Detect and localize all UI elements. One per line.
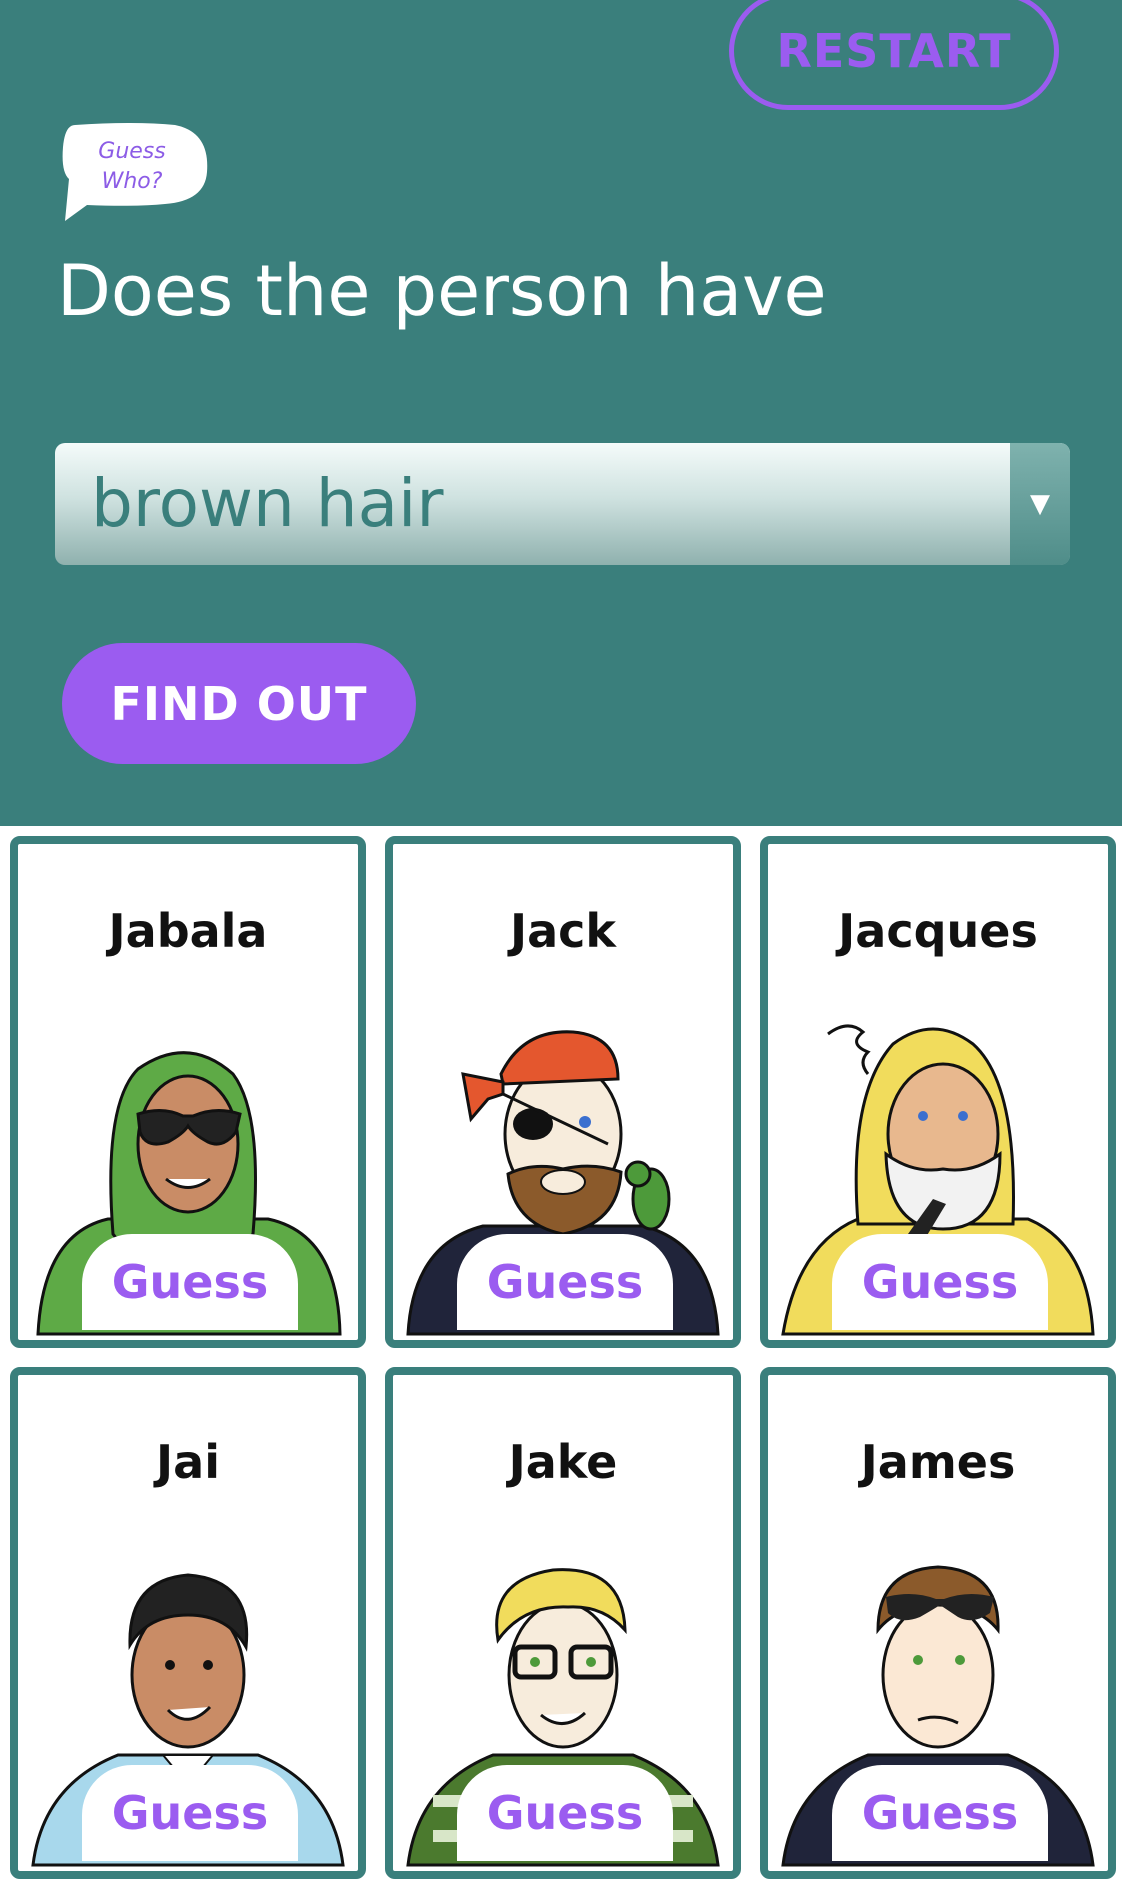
character-card-jack[interactable]: Jack Guess (385, 836, 741, 1348)
question-text: Does the person have (57, 250, 827, 332)
guess-button[interactable]: Guess (82, 1234, 298, 1330)
chevron-down-icon[interactable]: ▼ (1010, 443, 1070, 565)
guess-who-logo: Guess Who? (55, 117, 210, 223)
character-card-jacques[interactable]: Jacques Guess (760, 836, 1116, 1348)
character-name: Jake (508, 1435, 618, 1489)
character-name: Jai (156, 1435, 220, 1489)
character-card-jai[interactable]: Jai Guess (10, 1367, 366, 1879)
feature-select-value: brown hair (91, 465, 444, 542)
guess-button[interactable]: Guess (457, 1765, 673, 1861)
guess-button[interactable]: Guess (832, 1234, 1048, 1330)
character-card-james[interactable]: James Guess (760, 1367, 1116, 1879)
character-name: James (860, 1435, 1016, 1489)
guess-button[interactable]: Guess (82, 1765, 298, 1861)
game-header: RESTART Guess Who? Does the person have … (0, 0, 1122, 826)
character-card-jabala[interactable]: Jabala Guess (10, 836, 366, 1348)
restart-button[interactable]: RESTART (729, 0, 1059, 110)
logo-text: Guess Who? (98, 139, 166, 194)
guess-button[interactable]: Guess (832, 1765, 1048, 1861)
feature-select[interactable]: brown hair ▼ (55, 443, 1070, 565)
character-name: Jacques (838, 904, 1038, 958)
character-card-jake[interactable]: Jake Guess (385, 1367, 741, 1879)
character-name: Jabala (108, 904, 268, 958)
character-name: Jack (509, 904, 616, 958)
guess-button[interactable]: Guess (457, 1234, 673, 1330)
find-out-button[interactable]: FIND OUT (62, 643, 416, 764)
